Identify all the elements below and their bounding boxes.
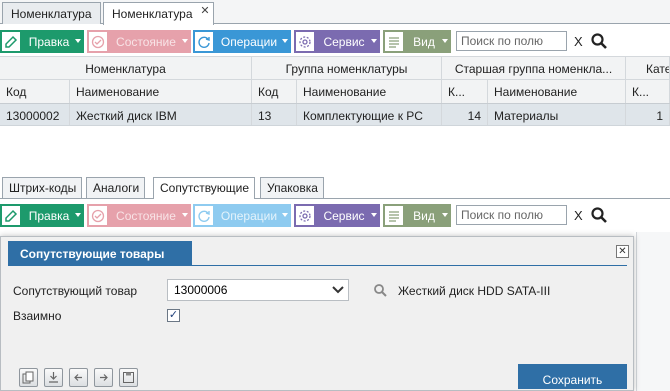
tab-nomenclature-2[interactable]: Номенклатура ✕ (103, 2, 214, 25)
edit-menu-button[interactable]: Правка (0, 204, 84, 227)
service-menu-button[interactable]: Сервис (294, 204, 380, 227)
check-circle-icon (87, 30, 109, 53)
record-nav-icons (19, 368, 138, 387)
group-header-parent-group: Старшая группа номенкла... (442, 57, 626, 79)
column-header[interactable]: К... (442, 80, 488, 103)
tab-nomenclature-1[interactable]: Номенклатура (2, 2, 101, 24)
operations-label: Операции (220, 34, 278, 49)
related-product-input[interactable] (168, 280, 318, 300)
view-menu-button[interactable]: Вид (383, 204, 451, 227)
tab-label: Номенклатура (112, 7, 193, 21)
related-product-label: Сопутствующий товар (13, 284, 138, 298)
refresh-icon (193, 204, 215, 227)
search-icon[interactable] (590, 206, 608, 224)
close-icon[interactable]: ✕ (616, 245, 629, 258)
tab-packaging[interactable]: Упаковка (260, 177, 324, 198)
related-product-combo[interactable] (167, 279, 349, 301)
list-view-icon (383, 30, 405, 53)
group-header-category: Кате (626, 57, 670, 79)
forward-icon[interactable] (94, 368, 113, 387)
clear-search-button[interactable]: X (574, 34, 583, 49)
related-goods-dialog: Сопутствующие товары ✕ Сопутствующий тов… (0, 236, 634, 391)
state-label: Состояние (116, 208, 176, 223)
table-cell: 14 (442, 104, 488, 125)
column-header[interactable]: К... (626, 80, 670, 103)
mutual-label: Взаимно (13, 309, 62, 323)
floppy-save-icon[interactable] (119, 368, 138, 387)
table-cell: 13 (252, 104, 297, 125)
grid-group-header: Номенклатура Группа номенклатуры Старшая… (0, 56, 670, 80)
field-search-input[interactable] (456, 205, 567, 225)
tab-related[interactable]: Сопутствующие (153, 177, 256, 199)
table-cell: Комплектующие к PC (297, 104, 442, 125)
state-menu-button[interactable]: Состояние (87, 204, 191, 227)
check-circle-icon (87, 204, 109, 227)
copy-icon[interactable] (19, 368, 38, 387)
back-icon[interactable] (69, 368, 88, 387)
chevron-down-icon[interactable] (332, 284, 344, 298)
grid-column-header: Код Наименование Код Наименование К... Н… (0, 80, 670, 104)
main-toolbar: Правка Состояние Операции Сервис Вид X (0, 28, 670, 54)
edit-menu-button[interactable]: Правка (0, 30, 84, 53)
view-menu-button[interactable]: Вид (383, 30, 451, 53)
mutual-checkbox[interactable]: ✓ (167, 309, 180, 322)
save-button[interactable]: Сохранить (518, 364, 627, 389)
table-cell: 1 (626, 104, 670, 125)
dialog-title: Сопутствующие товары (8, 241, 192, 266)
column-header[interactable]: Код (0, 80, 70, 103)
list-view-icon (383, 204, 405, 227)
close-tab-icon[interactable]: ✕ (200, 4, 209, 17)
background-panel (636, 232, 670, 391)
refresh-icon (193, 30, 215, 53)
field-search-input[interactable] (456, 31, 567, 51)
state-menu-button[interactable]: Состояние (87, 30, 191, 53)
gear-icon (294, 30, 316, 53)
column-header[interactable]: Код (252, 80, 297, 103)
document-tabs: Номенклатура Номенклатура ✕ (0, 0, 670, 25)
detail-tabs: Штрих-коды Аналоги Сопутствующие Упаковк… (0, 176, 670, 199)
operations-menu-button[interactable]: Операции (193, 204, 291, 227)
column-header[interactable]: Наименование (297, 80, 442, 103)
download-icon[interactable] (44, 368, 63, 387)
service-menu-button[interactable]: Сервис (294, 30, 380, 53)
search-icon[interactable] (590, 32, 608, 50)
tab-barcodes[interactable]: Штрих-коды (2, 177, 83, 198)
edit-icon (0, 30, 22, 53)
column-header[interactable]: Наименование (70, 80, 252, 103)
operations-label: Операции (220, 208, 278, 223)
gear-icon (294, 204, 316, 227)
group-header-group: Группа номенклатуры (252, 57, 442, 79)
tab-analogs[interactable]: Аналоги (86, 177, 146, 198)
edit-icon (0, 204, 22, 227)
table-cell: Жесткий диск IBM (70, 104, 252, 125)
column-header[interactable]: Наименование (488, 80, 626, 103)
related-product-name: Жесткий диск HDD SATA-III (398, 284, 551, 298)
clear-search-button[interactable]: X (574, 208, 583, 223)
operations-menu-button[interactable]: Операции (193, 30, 291, 53)
tab-label: Номенклатура (11, 7, 92, 21)
table-cell: Материалы (488, 104, 626, 125)
table-cell: 13000002 (0, 104, 70, 125)
detail-toolbar: Правка Состояние Операции Сервис Вид X (0, 202, 670, 228)
group-header-nomenclature: Номенклатура (0, 57, 252, 79)
table-row[interactable]: 13000002 Жесткий диск IBM 13 Комплектующ… (0, 104, 670, 126)
state-label: Состояние (116, 34, 176, 49)
lookup-search-icon[interactable] (373, 283, 387, 297)
